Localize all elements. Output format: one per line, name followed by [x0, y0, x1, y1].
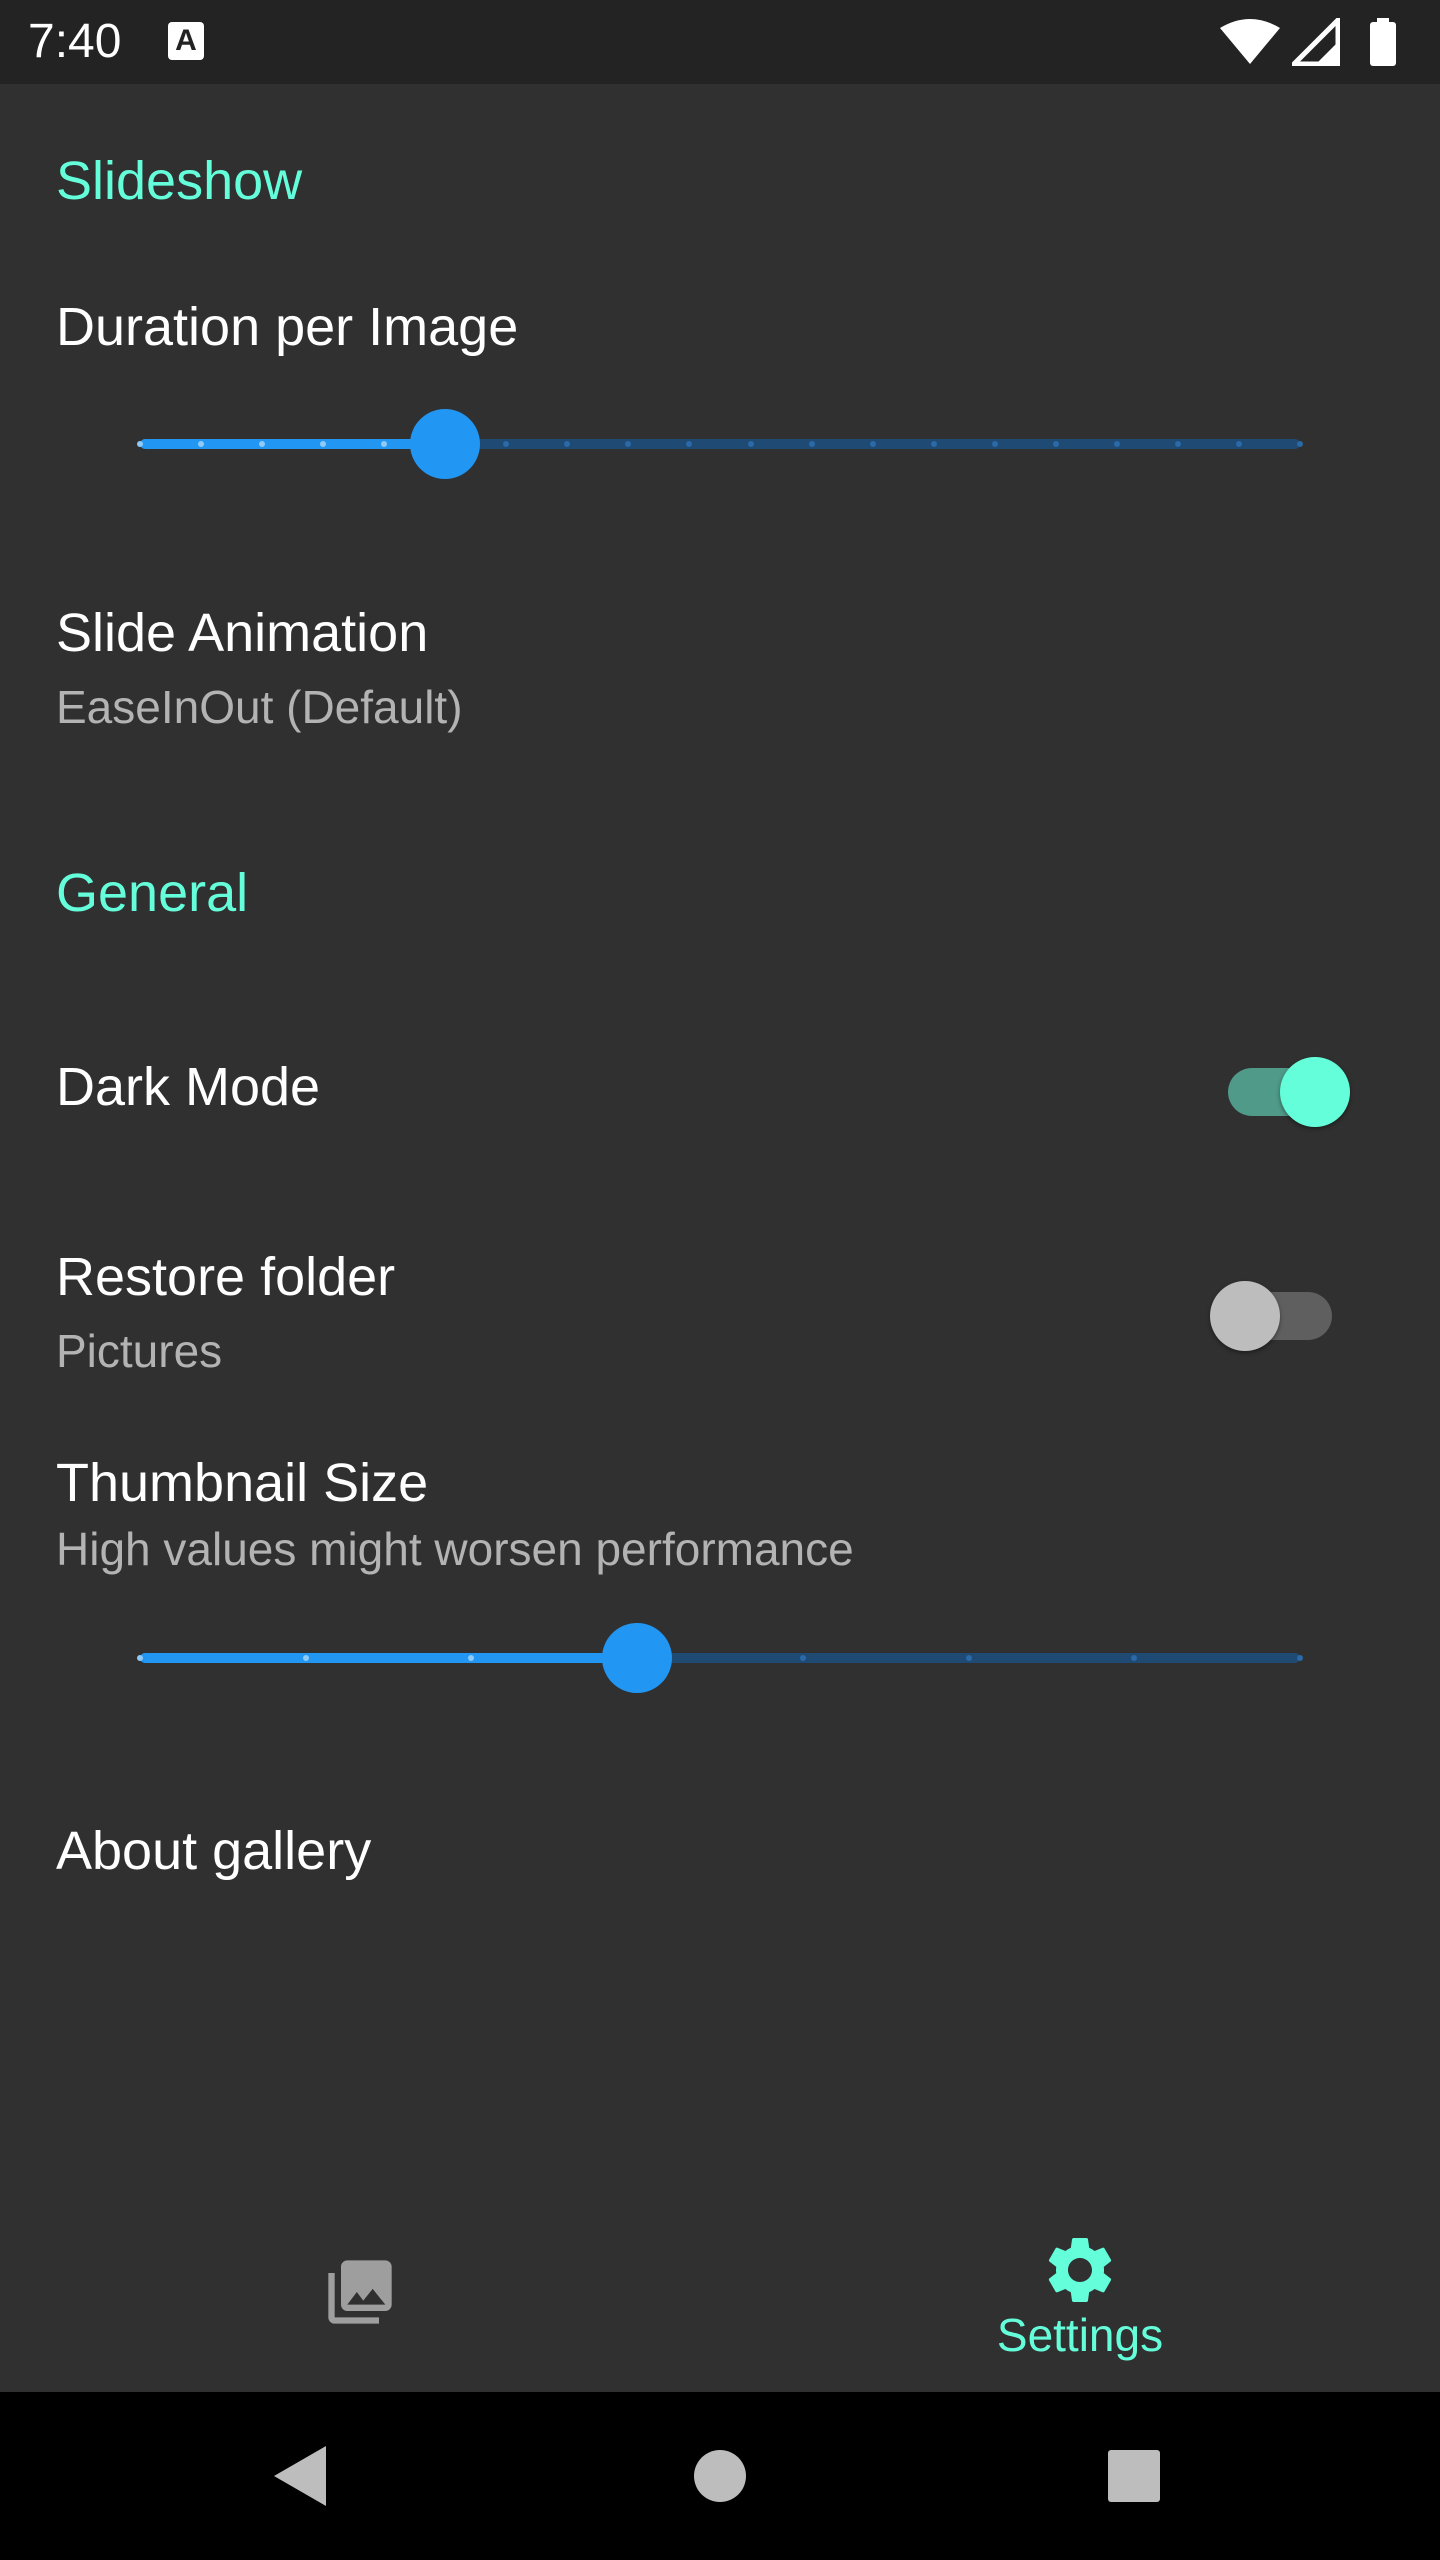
restore-folder-switch[interactable]	[1206, 1272, 1346, 1352]
slider-tick	[1174, 441, 1181, 447]
switch-thumb	[1210, 1281, 1280, 1351]
slider-tick	[869, 441, 876, 447]
duration-slider[interactable]	[137, 404, 1303, 484]
about-gallery-item[interactable]: About gallery	[56, 1820, 371, 1882]
slider-tick	[137, 441, 143, 447]
slider-tick	[564, 441, 571, 447]
slider-tick	[930, 441, 937, 447]
slide-animation-summary: EaseInOut (Default)	[56, 681, 463, 733]
slider-tick	[137, 1655, 143, 1661]
bottom-navigation: Settings	[0, 2200, 1440, 2392]
slider-tick	[965, 1655, 972, 1661]
nav-label-settings: Settings	[996, 2309, 1164, 2361]
section-header-slideshow: Slideshow	[56, 151, 303, 211]
slider-tick	[259, 441, 266, 447]
slider-thumb[interactable]	[410, 409, 481, 479]
thumbnail-size-summary: High values might worsen performance	[56, 1523, 854, 1575]
slider-thumb[interactable]	[602, 1623, 673, 1693]
slider-ticks	[137, 404, 1303, 484]
slider-tick	[302, 1655, 309, 1661]
dark-mode-switch[interactable]	[1214, 1048, 1354, 1128]
thumbnail-size-slider[interactable]	[137, 1618, 1303, 1698]
slider-tick	[991, 441, 998, 447]
gear-icon	[1048, 2238, 1112, 2302]
system-navigation-bar	[0, 2392, 1440, 2560]
slider-ticks	[137, 1618, 1303, 1698]
slide-animation-title[interactable]: Slide Animation	[56, 602, 428, 664]
nav-item-gallery[interactable]	[0, 2200, 720, 2392]
slider-tick	[686, 441, 693, 447]
a-icon: A	[168, 22, 204, 60]
signal-icon	[1292, 18, 1340, 66]
slider-tick	[625, 441, 632, 447]
nav-item-settings[interactable]: Settings	[720, 2200, 1440, 2392]
slider-tick	[468, 1655, 475, 1661]
slider-tick	[1297, 1655, 1303, 1661]
wifi-icon	[1220, 19, 1280, 64]
slider-tick	[747, 441, 754, 447]
dark-mode-title: Dark Mode	[56, 1057, 321, 1117]
section-header-general: General	[56, 863, 249, 923]
slider-tick	[1131, 1655, 1138, 1661]
slider-tick	[320, 441, 327, 447]
photo-library-icon	[328, 2260, 392, 2324]
slider-tick	[1113, 441, 1120, 447]
slider-tick	[808, 441, 815, 447]
status-time: 7:40	[28, 15, 122, 68]
slider-tick	[1235, 441, 1242, 447]
status-icons	[1218, 18, 1418, 66]
home-icon[interactable]	[680, 2436, 760, 2516]
restore-folder-title: Restore folder	[56, 1247, 396, 1307]
slider-tick	[503, 441, 510, 447]
slider-tick	[1297, 441, 1303, 447]
slider-tick	[1052, 441, 1059, 447]
thumbnail-size-title: Thumbnail Size	[56, 1453, 429, 1513]
battery-icon	[1370, 18, 1396, 66]
restore-folder-summary: Pictures	[56, 1325, 223, 1377]
status-bar: 7:40 A	[0, 0, 1440, 84]
recents-icon[interactable]	[1094, 2436, 1174, 2516]
slider-tick	[198, 441, 205, 447]
duration-title: Duration per Image	[56, 297, 519, 357]
back-icon[interactable]	[260, 2436, 340, 2516]
settings-list: Slideshow Duration per Image Slide Anima…	[0, 84, 1440, 2392]
slider-tick	[799, 1655, 806, 1661]
slider-tick	[381, 441, 388, 447]
switch-thumb	[1280, 1057, 1350, 1127]
